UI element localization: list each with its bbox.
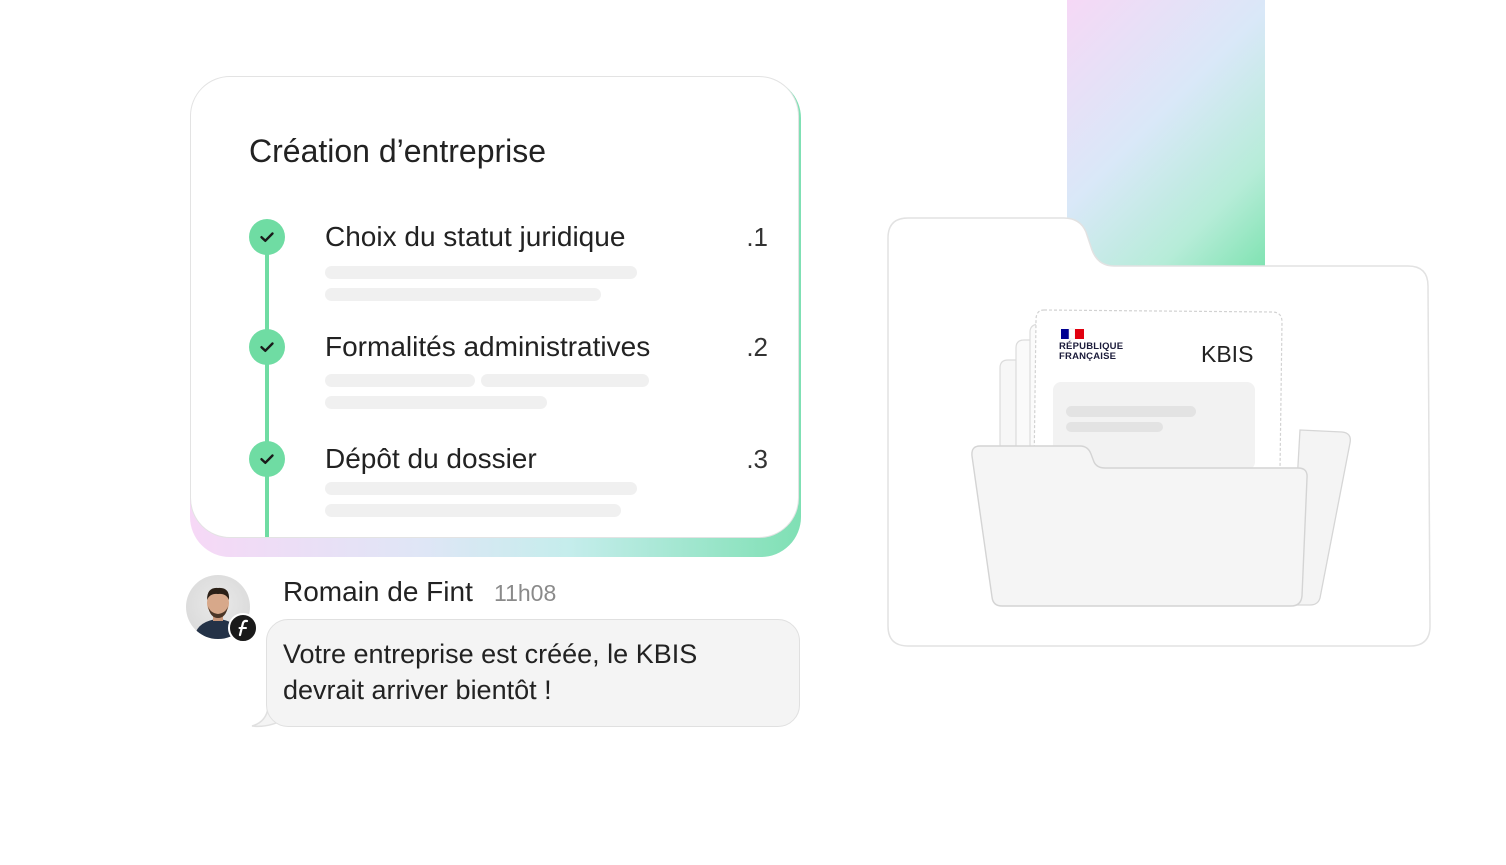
folder-illustration xyxy=(887,217,1431,647)
document-title: KBIS xyxy=(1201,341,1254,367)
document-brand-line2: FRANÇAISE xyxy=(1059,351,1117,362)
french-flag-icon xyxy=(1061,328,1084,340)
folder-icon xyxy=(971,445,1308,607)
